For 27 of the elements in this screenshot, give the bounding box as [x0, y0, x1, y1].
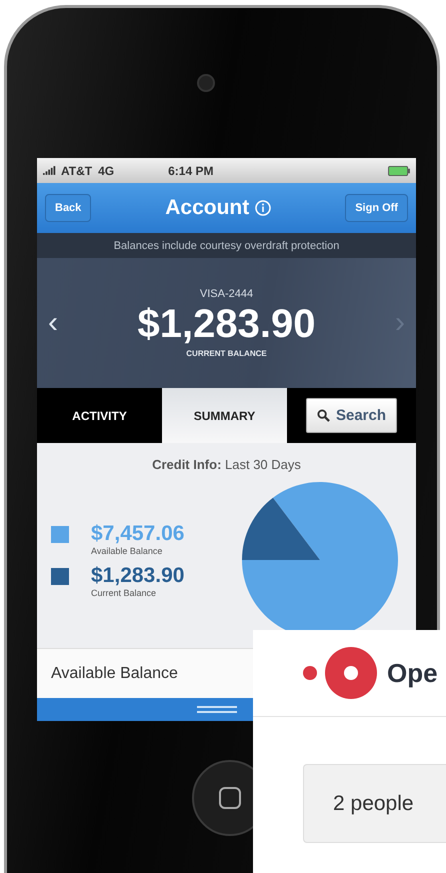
account-name: VISA-2444	[200, 288, 254, 300]
legend-amount: $1,283.90	[91, 564, 184, 588]
clock-time: 6:14 PM	[168, 164, 214, 178]
brand-name: Ope	[387, 658, 438, 688]
camera-icon	[197, 74, 215, 92]
network-label: 4G	[98, 164, 114, 178]
carrier-label: AT&T	[61, 164, 92, 178]
signal-icon	[43, 166, 57, 175]
info-icon[interactable]	[255, 200, 272, 216]
battery-icon	[388, 166, 410, 176]
grip-icon[interactable]	[197, 706, 237, 714]
back-button[interactable]: Back	[45, 194, 92, 222]
search-button[interactable]: Search	[306, 398, 398, 433]
balance-amount: $1,283.90	[138, 302, 316, 347]
search-icon	[316, 409, 330, 422]
tab[interactable]: SUMMARY	[162, 388, 287, 443]
balance-caption: CURRENT BALANCE	[186, 349, 267, 358]
page-title: Account	[165, 196, 250, 220]
home-button[interactable]	[191, 759, 253, 837]
legend-label: Current Balance	[91, 588, 158, 598]
summary-heading: Credit Info: Last 30 Days	[151, 456, 302, 472]
sign-off-button[interactable]: Sign Off	[345, 194, 408, 222]
legend-label: Available Balance	[91, 546, 164, 556]
logo-icon	[303, 646, 379, 700]
notice-text: Balances include courtesy overdraft protection	[114, 240, 340, 252]
legend-amount: $7,457.06	[91, 522, 184, 546]
party-size-select[interactable]: 2 people	[303, 764, 446, 843]
